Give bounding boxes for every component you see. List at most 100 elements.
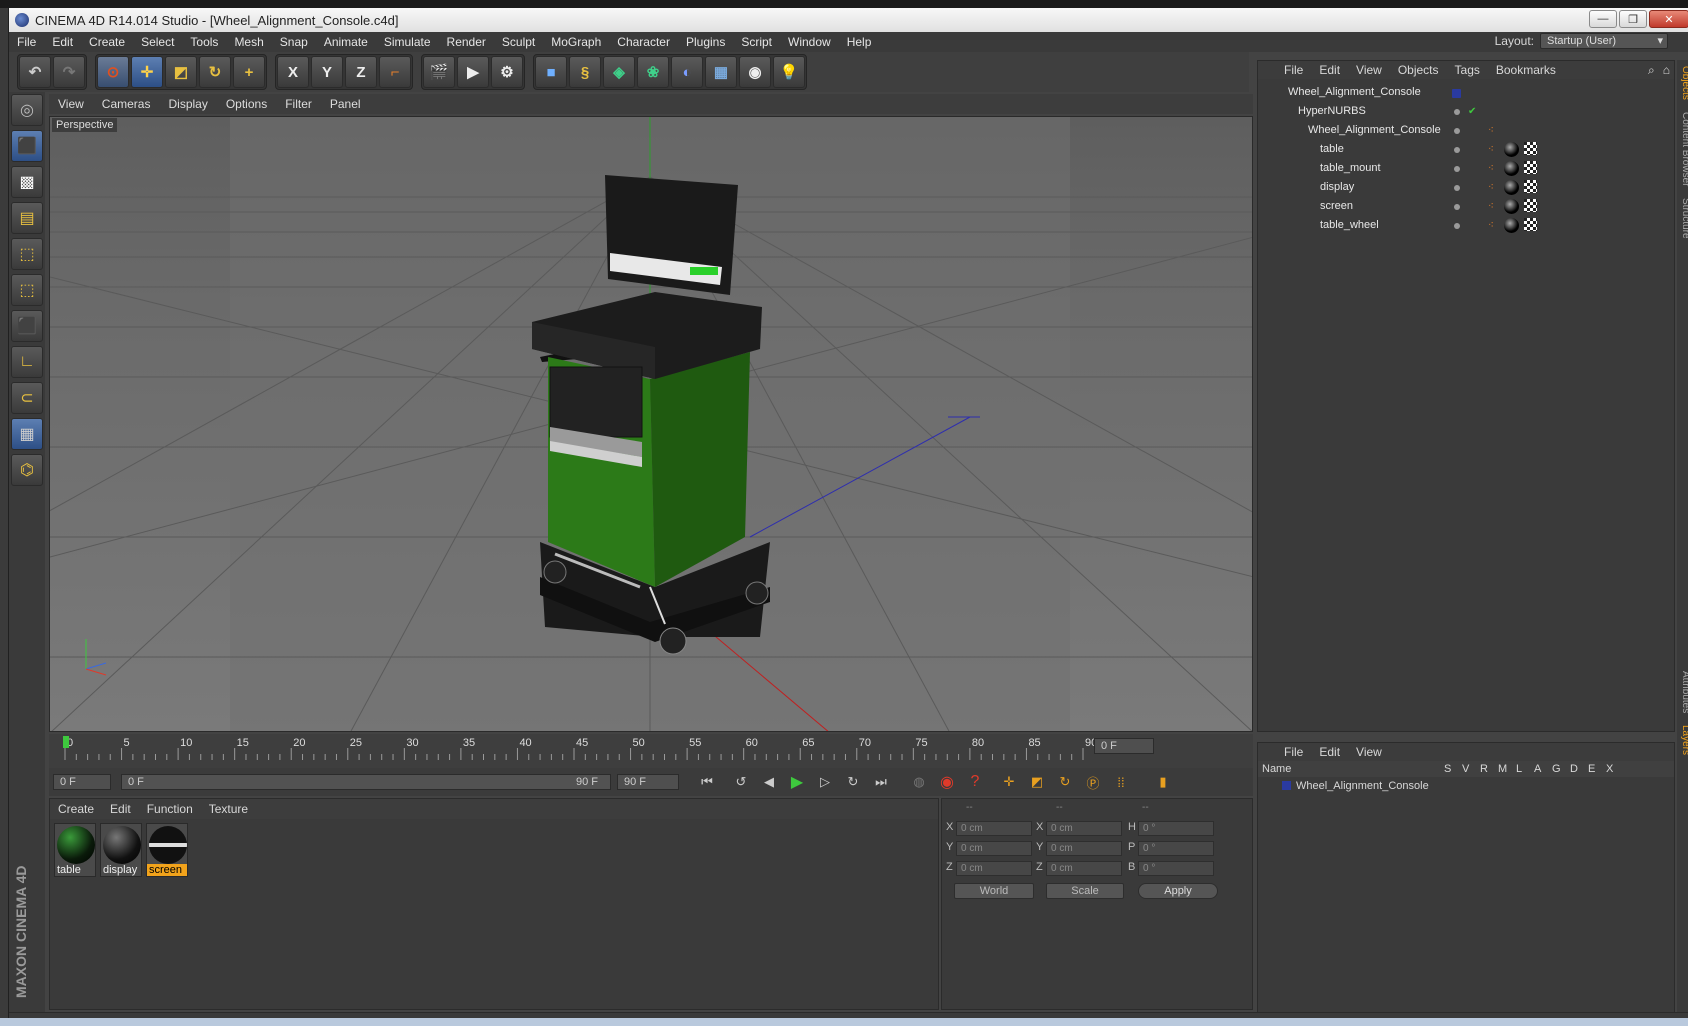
keyframe-selection-help-icon[interactable]: ? (962, 771, 988, 793)
tab-attributes[interactable]: Attributes (1677, 665, 1688, 719)
key-parameter-icon[interactable]: Ⓟ (1080, 771, 1106, 793)
object-menu-edit[interactable]: Edit (1311, 63, 1348, 77)
floor-environment-icon[interactable]: ▦ (705, 56, 737, 88)
model-mode-icon[interactable]: ⬛ (11, 130, 43, 162)
perspective-viewport[interactable]: Perspective (49, 116, 1253, 732)
previous-frame-icon[interactable]: ◀ (756, 771, 782, 793)
menu-create[interactable]: Create (81, 35, 133, 49)
menu-select[interactable]: Select (133, 35, 182, 49)
viewport-menu-cameras[interactable]: Cameras (93, 97, 160, 111)
menu-character[interactable]: Character (609, 35, 678, 49)
object-menu-tags[interactable]: Tags (1447, 63, 1488, 77)
layer-menu-view[interactable]: View (1348, 745, 1390, 759)
camera-icon[interactable]: ◉ (739, 56, 771, 88)
undo-icon[interactable]: ↶ (19, 56, 51, 88)
search-icon[interactable]: ⌕ (1644, 63, 1659, 78)
points-mode-icon[interactable]: ⬚ (11, 238, 43, 270)
rotation-p-field[interactable]: 0 ° (1138, 841, 1214, 856)
position-y-field[interactable]: 0 cm (956, 841, 1032, 856)
viewport-menu-options[interactable]: Options (217, 97, 276, 111)
current-frame-field[interactable]: 0 F (1094, 738, 1154, 754)
y-axis-lock-icon[interactable]: Y (311, 56, 343, 88)
workplane-icon[interactable]: ▤ (11, 202, 43, 234)
viewport-menu-panel[interactable]: Panel (321, 97, 370, 111)
viewport-menu-display[interactable]: Display (159, 97, 216, 111)
material-table[interactable]: table (54, 823, 96, 877)
coordinate-mode-dropdown[interactable]: World (954, 883, 1034, 899)
polygons-mode-icon[interactable]: ⬛ (11, 310, 43, 342)
x-axis-lock-icon[interactable]: X (277, 56, 309, 88)
layer-menu-edit[interactable]: Edit (1311, 745, 1348, 759)
size-x-field[interactable]: 0 cm (1046, 821, 1122, 836)
restore-button[interactable]: ❐ (1619, 10, 1647, 28)
axis-mode-icon[interactable]: ∟ (11, 346, 43, 378)
end-frame-field[interactable]: 90 F (617, 774, 679, 790)
material-screen[interactable]: screen (146, 823, 188, 877)
mograph-cloner-icon[interactable]: ❀ (637, 56, 669, 88)
menu-mesh[interactable]: Mesh (226, 35, 271, 49)
rotation-h-field[interactable]: 0 ° (1138, 821, 1214, 836)
nurbs-icon[interactable]: ◈ (603, 56, 635, 88)
play-icon[interactable]: ▶ (784, 771, 810, 793)
menu-edit[interactable]: Edit (44, 35, 81, 49)
viewport-menu-view[interactable]: View (49, 97, 93, 111)
go-to-start-icon[interactable]: ⏮ (694, 771, 720, 793)
key-rotation-icon[interactable]: ↻ (1052, 771, 1078, 793)
cube-primitive-icon[interactable]: ■ (535, 56, 567, 88)
menu-window[interactable]: Window (780, 35, 839, 49)
tree-item-wheel-alignment-console-group[interactable]: Wheel_Alignment_Console ⁖ (1258, 121, 1674, 140)
previous-key-icon[interactable]: ↺ (728, 771, 754, 793)
magnet-icon[interactable]: ⊂ (11, 382, 43, 414)
texture-mode-icon[interactable]: ▩ (11, 166, 43, 198)
material-menu-function[interactable]: Function (139, 802, 201, 816)
material-menu-create[interactable]: Create (50, 802, 102, 816)
object-menu-view[interactable]: View (1348, 63, 1390, 77)
locked-workplane-icon[interactable]: ⌬ (11, 454, 43, 486)
object-menu-file[interactable]: File (1276, 63, 1311, 77)
next-key-icon[interactable]: ↻ (840, 771, 866, 793)
menu-animate[interactable]: Animate (316, 35, 376, 49)
record-keys-disabled-icon[interactable]: ◍ (906, 771, 932, 793)
home-icon[interactable]: ⌂ (1659, 63, 1674, 77)
make-editable-icon[interactable]: ◎ (11, 94, 43, 126)
material-display[interactable]: display (100, 823, 142, 877)
material-menu-texture[interactable]: Texture (201, 802, 256, 816)
menu-render[interactable]: Render (439, 35, 494, 49)
rotate-icon[interactable]: ↻ (199, 56, 231, 88)
go-to-end-icon[interactable]: ⏭ (868, 771, 894, 793)
z-axis-lock-icon[interactable]: Z (345, 56, 377, 88)
layout-dropdown[interactable]: Startup (User) (1540, 33, 1668, 49)
live-selection-icon[interactable]: ⊙ (97, 56, 129, 88)
playhead[interactable] (63, 736, 69, 748)
size-y-field[interactable]: 0 cm (1046, 841, 1122, 856)
scale-mode-dropdown[interactable]: Scale (1046, 883, 1124, 899)
menu-help[interactable]: Help (839, 35, 880, 49)
scale-icon[interactable]: ◩ (165, 56, 197, 88)
menu-snap[interactable]: Snap (272, 35, 316, 49)
tab-content-browser[interactable]: Content Browser (1677, 106, 1688, 192)
menu-sculpt[interactable]: Sculpt (494, 35, 543, 49)
key-scale-icon[interactable]: ◩ (1024, 771, 1050, 793)
tree-item-table-wheel[interactable]: table_wheel ⁖ (1258, 216, 1674, 235)
tree-item-display[interactable]: display ⁖ (1258, 178, 1674, 197)
layer-row[interactable]: Wheel_Alignment_Console (1258, 777, 1674, 795)
tree-item-wheel-alignment-console-root[interactable]: Wheel_Alignment_Console (1258, 83, 1674, 102)
position-x-field[interactable]: 0 cm (956, 821, 1032, 836)
viewport-menu-filter[interactable]: Filter (276, 97, 321, 111)
menu-script[interactable]: Script (733, 35, 780, 49)
spline-pen-icon[interactable]: § (569, 56, 601, 88)
timeline-ruler[interactable]: 0 5 10 15 20 25 30 35 40 45 50 55 60 65 70 75 80 85 90 0 F (49, 734, 1253, 768)
next-frame-icon[interactable]: ▷ (812, 771, 838, 793)
add-icon[interactable]: + (233, 56, 265, 88)
deformer-icon[interactable]: ◐ (671, 56, 703, 88)
menu-mograph[interactable]: MoGraph (543, 35, 609, 49)
key-position-icon[interactable]: ✛ (996, 771, 1022, 793)
timeline-window-icon[interactable]: ▮ (1150, 771, 1176, 793)
key-pla-icon[interactable]: ⁞⁞ (1108, 771, 1134, 793)
tab-objects[interactable]: Objects (1677, 60, 1688, 106)
position-z-field[interactable]: 0 cm (956, 861, 1032, 876)
object-menu-bookmarks[interactable]: Bookmarks (1488, 63, 1564, 77)
render-view-icon[interactable]: 🎬 (423, 56, 455, 88)
rotation-b-field[interactable]: 0 ° (1138, 861, 1214, 876)
edges-mode-icon[interactable]: ⬚ (11, 274, 43, 306)
